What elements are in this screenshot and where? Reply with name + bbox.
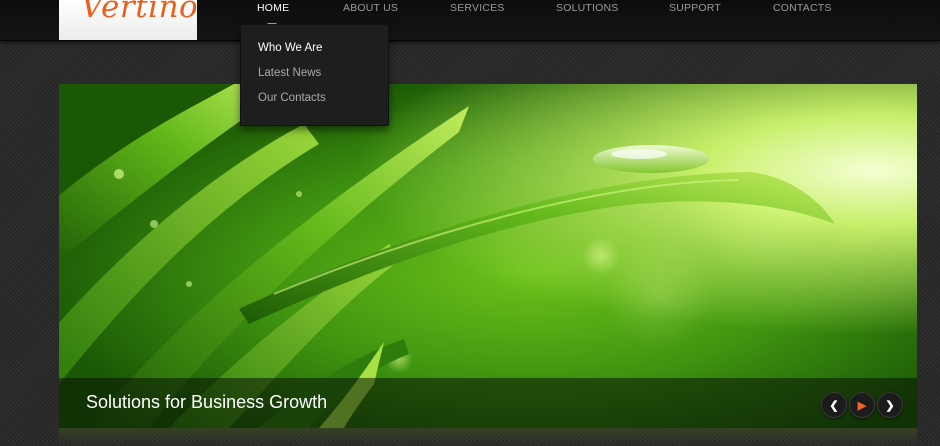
dropdown-item-latest-news[interactable]: Latest News xyxy=(258,67,321,79)
nav-item-solutions[interactable]: SOLUTIONS xyxy=(556,0,618,16)
slide-image xyxy=(59,84,835,428)
home-dropdown-menu: Who We Are Latest News Our Contacts xyxy=(240,24,389,126)
hero-slider: Solutions for Business Growth ❮ ▶ ❯ xyxy=(59,84,917,428)
dropdown-item-our-contacts[interactable]: Our Contacts xyxy=(258,92,326,104)
slider-play-button[interactable]: ▶ xyxy=(849,392,875,418)
nav-item-contacts[interactable]: CONTACTS xyxy=(773,0,832,16)
chevron-left-icon: ❮ xyxy=(829,399,839,412)
nav-item-about-us[interactable]: ABOUT US xyxy=(343,0,398,16)
slider-reflection xyxy=(59,428,917,446)
nav-item-services[interactable]: SERVICES xyxy=(450,0,505,16)
dropdown-item-who-we-are[interactable]: Who We Are xyxy=(258,42,322,54)
nav-item-support[interactable]: SUPPORT xyxy=(669,0,721,16)
nav-item-home[interactable]: HOME xyxy=(257,0,289,16)
top-navigation-bar: Vertino HOME ABOUT US SERVICES SOLUTIONS… xyxy=(0,0,940,41)
play-icon: ▶ xyxy=(857,399,867,412)
logo[interactable]: Vertino xyxy=(59,0,197,40)
slider-next-button[interactable]: ❯ xyxy=(877,392,903,418)
slide-caption: Solutions for Business Growth xyxy=(86,392,328,412)
chevron-right-icon: ❯ xyxy=(885,399,895,412)
slide-caption-bar: Solutions for Business Growth xyxy=(59,378,917,428)
logo-text: Vertino xyxy=(81,0,197,25)
slider-prev-button[interactable]: ❮ xyxy=(821,392,847,418)
